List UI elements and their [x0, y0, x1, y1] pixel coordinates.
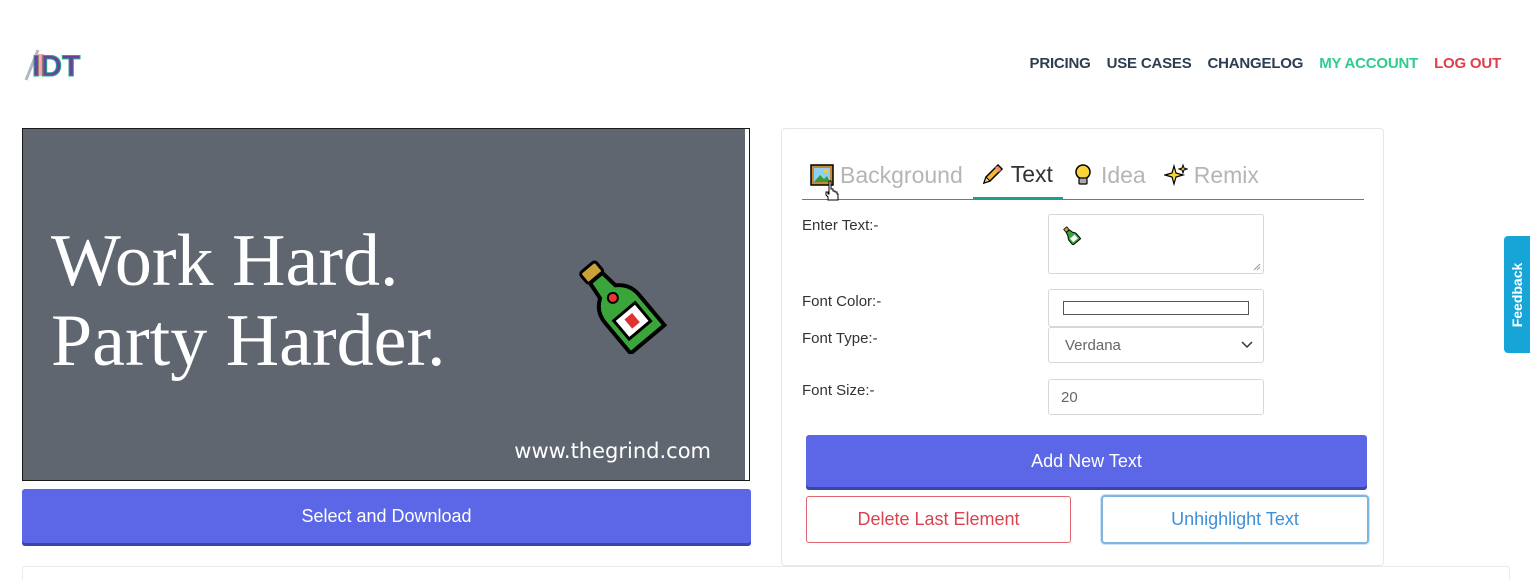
- font-type-value: Verdana: [1065, 336, 1121, 354]
- editor-tabs: Background Text Idea Remix: [802, 151, 1364, 200]
- sparkles-icon: [1162, 163, 1189, 187]
- tab-text-label: Text: [1010, 160, 1053, 187]
- font-size-input[interactable]: 20: [1048, 379, 1264, 415]
- champagne-bottle-icon[interactable]: [568, 254, 668, 357]
- feedback-tab[interactable]: Feedback: [1504, 236, 1530, 353]
- canvas-url-text[interactable]: www.thegrind.com: [514, 439, 711, 463]
- tab-idea-label: Idea: [1100, 161, 1146, 188]
- tab-remix-label: Remix: [1193, 161, 1259, 188]
- font-size-value: 20: [1061, 388, 1078, 406]
- pencil-icon: [981, 162, 1005, 186]
- font-color-label: Font Color:-: [802, 293, 882, 310]
- feedback-label: Feedback: [1509, 262, 1525, 327]
- unhighlight-text-button[interactable]: Unhighlight Text: [1101, 495, 1369, 544]
- font-color-swatch[interactable]: [1063, 301, 1249, 315]
- chevron-down-icon: [1241, 341, 1253, 349]
- nav-pricing[interactable]: PRICING: [1030, 55, 1091, 72]
- hand-cursor-icon: [825, 180, 839, 201]
- tab-background-label: Background: [840, 161, 963, 188]
- enter-text-label: Enter Text:-: [802, 217, 879, 234]
- resize-handle-icon[interactable]: [1253, 263, 1261, 271]
- light-bulb-icon: [1071, 163, 1095, 187]
- headline-line-1[interactable]: Work Hard.: [51, 221, 446, 301]
- font-type-select[interactable]: Verdana: [1048, 327, 1264, 363]
- design-canvas[interactable]: Work Hard. Party Harder. www.thegrind.co…: [22, 128, 750, 481]
- nav-changelog[interactable]: CHANGELOG: [1208, 55, 1304, 72]
- font-size-label: Font Size:-: [802, 382, 875, 399]
- select-and-download-button[interactable]: Select and Download: [22, 489, 751, 543]
- enter-text-textarea[interactable]: [1048, 214, 1264, 274]
- headline-line-2[interactable]: Party Harder.: [51, 301, 446, 381]
- nav-my-account[interactable]: MY ACCOUNT: [1319, 55, 1418, 72]
- tab-remix[interactable]: Remix: [1156, 151, 1269, 199]
- nav-log-out[interactable]: LOG OUT: [1434, 55, 1501, 72]
- font-color-picker[interactable]: [1048, 289, 1264, 327]
- canvas-edge: [745, 129, 749, 480]
- delete-last-element-button[interactable]: Delete Last Element: [806, 496, 1071, 543]
- champagne-bottle-icon: [1061, 225, 1082, 250]
- editor-panel: Background Text Idea Remix Enter Text:- …: [781, 128, 1384, 566]
- idt-logo-icon[interactable]: IDT: [24, 44, 92, 84]
- top-nav: PRICING USE CASES CHANGELOG MY ACCOUNT L…: [1030, 55, 1502, 72]
- nav-use-cases[interactable]: USE CASES: [1107, 55, 1192, 72]
- add-new-text-button[interactable]: Add New Text: [806, 435, 1367, 487]
- footer-container-edge: [22, 566, 1510, 580]
- tab-text[interactable]: Text: [972, 151, 1063, 199]
- tab-idea[interactable]: Idea: [1063, 151, 1156, 199]
- canvas-headline[interactable]: Work Hard. Party Harder.: [51, 221, 446, 381]
- font-type-label: Font Type:-: [802, 330, 878, 347]
